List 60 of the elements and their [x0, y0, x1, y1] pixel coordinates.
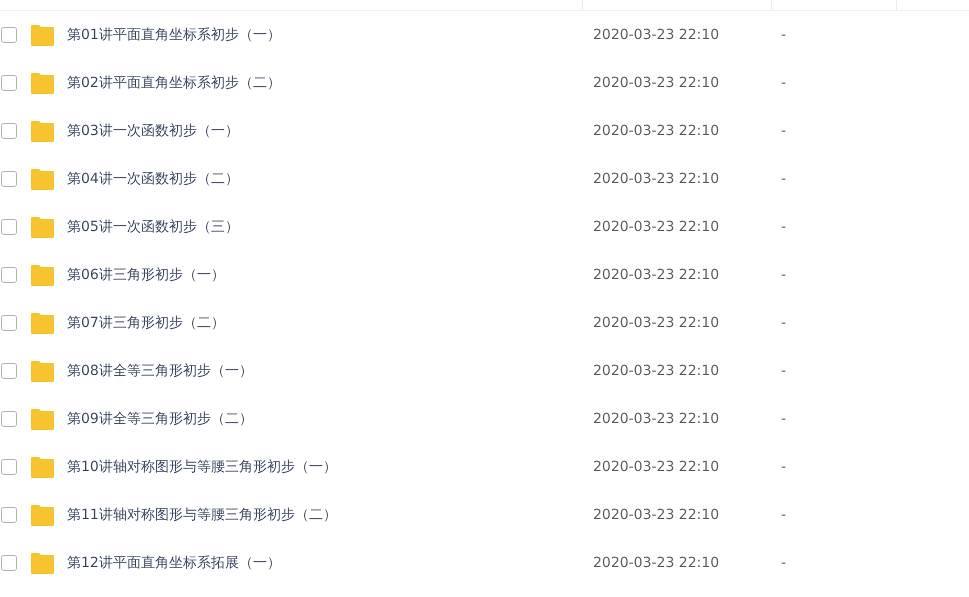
- folder-icon: [30, 24, 55, 46]
- folder-name[interactable]: 第04讲一次函数初步（二）: [67, 170, 593, 188]
- checkbox[interactable]: [1, 315, 17, 331]
- folder-icon: [30, 120, 55, 142]
- modified-date: 2020-03-23 22:10: [593, 267, 720, 283]
- checkbox[interactable]: [1, 27, 17, 43]
- folder-name[interactable]: 第12讲平面直角坐标系拓展（一）: [67, 554, 593, 572]
- file-size: -: [781, 459, 788, 475]
- checkbox[interactable]: [1, 219, 17, 235]
- modified-date: 2020-03-23 22:10: [593, 363, 720, 379]
- checkbox[interactable]: [1, 459, 17, 475]
- file-size: -: [781, 75, 788, 91]
- folder-icon: [30, 72, 55, 94]
- folder-icon: [30, 456, 55, 478]
- file-size: -: [781, 267, 788, 283]
- folder-icon: [30, 216, 55, 238]
- file-size: -: [781, 219, 788, 235]
- folder-icon: [30, 312, 55, 334]
- modified-date: 2020-03-23 22:10: [593, 459, 720, 475]
- checkbox[interactable]: [1, 411, 17, 427]
- checkbox[interactable]: [1, 363, 17, 379]
- folder-icon: [30, 408, 55, 430]
- modified-date: 2020-03-23 22:10: [593, 315, 720, 331]
- file-size: -: [781, 411, 788, 427]
- modified-date: 2020-03-23 22:10: [593, 219, 720, 235]
- modified-date: 2020-03-23 22:10: [593, 555, 720, 571]
- folder-name[interactable]: 第11讲轴对称图形与等腰三角形初步（二）: [67, 506, 593, 524]
- checkbox[interactable]: [1, 507, 17, 523]
- modified-date: 2020-03-23 22:10: [593, 123, 720, 139]
- file-size: -: [781, 171, 788, 187]
- folder-name[interactable]: 第05讲一次函数初步（三）: [67, 218, 593, 236]
- modified-date: 2020-03-23 22:10: [593, 507, 720, 523]
- file-size: -: [781, 507, 788, 523]
- folder-icon: [30, 552, 55, 574]
- folder-name[interactable]: 第02讲平面直角坐标系初步（二）: [67, 74, 593, 92]
- file-size: -: [781, 27, 788, 43]
- checkbox[interactable]: [1, 171, 17, 187]
- checkbox[interactable]: [1, 123, 17, 139]
- file-size: -: [781, 555, 788, 571]
- modified-date: 2020-03-23 22:10: [593, 171, 720, 187]
- checkbox[interactable]: [1, 555, 17, 571]
- modified-date: 2020-03-23 22:10: [593, 75, 720, 91]
- folder-name[interactable]: 第06讲三角形初步（一）: [67, 266, 593, 284]
- modified-date: 2020-03-23 22:10: [593, 27, 720, 43]
- modified-date: 2020-03-23 22:10: [593, 411, 720, 427]
- folder-icon: [30, 360, 55, 382]
- folder-name[interactable]: 第01讲平面直角坐标系初步（一）: [67, 26, 593, 44]
- file-size: -: [781, 315, 788, 331]
- folder-name[interactable]: 第10讲轴对称图形与等腰三角形初步（一）: [67, 458, 593, 476]
- folder-name[interactable]: 第09讲全等三角形初步（二）: [67, 410, 593, 428]
- folder-name[interactable]: 第07讲三角形初步（二）: [67, 314, 593, 332]
- folder-name[interactable]: 第03讲一次函数初步（一）: [67, 122, 593, 140]
- folder-icon: [30, 168, 55, 190]
- file-size: -: [781, 363, 788, 379]
- file-size: -: [781, 123, 788, 139]
- checkbox[interactable]: [1, 75, 17, 91]
- folder-icon: [30, 264, 55, 286]
- checkbox[interactable]: [1, 267, 17, 283]
- folder-icon: [30, 504, 55, 526]
- folder-name[interactable]: 第08讲全等三角形初步（一）: [67, 362, 593, 380]
